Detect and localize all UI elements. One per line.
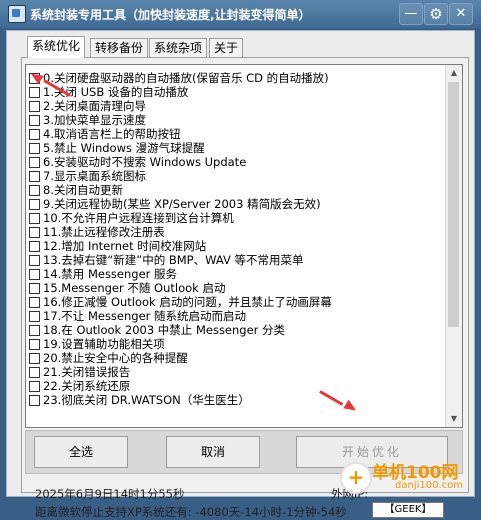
list-item[interactable]: 3.加快菜单显示速度 [29, 113, 444, 127]
option-checkbox[interactable] [29, 254, 40, 266]
option-checkbox[interactable] [29, 366, 40, 378]
list-item[interactable]: 13.去掉右键“新建”中的 BMP、WAV 等不常用菜单 [29, 253, 444, 267]
option-label: 2.关闭桌面清理向导 [43, 99, 146, 113]
window-title: 系统封装专用工具（加快封装速度,让封装变得简单） [30, 8, 311, 22]
list-item[interactable]: 21.关闭错误报告 [29, 365, 444, 379]
option-label: 20.禁止安全中心的各种提醒 [43, 351, 188, 365]
option-label: 17.不让 Messenger 随系统启动而启动 [43, 309, 247, 323]
option-checkbox[interactable] [29, 86, 40, 98]
option-label: 5.禁止 Windows 漫游气球提醒 [43, 141, 205, 155]
watermark-site-url: danji100.com [395, 480, 463, 491]
list-item[interactable]: 8.关闭自动更新 [29, 183, 444, 197]
minimize-button[interactable]: — [399, 3, 423, 25]
list-item[interactable]: 5.禁止 Windows 漫游气球提醒 [29, 141, 444, 155]
option-checkbox[interactable] [29, 394, 40, 406]
option-checkbox[interactable] [29, 310, 40, 322]
options-container: 0.关闭硬盘驱动器的自动播放(保留音乐 CD 的自动播放) 1.关闭 USB 设备… [29, 71, 444, 407]
list-item[interactable]: 18.在 Outlook 2003 中禁止 Messenger 分类 [29, 323, 444, 337]
list-item[interactable]: 19.设置辅助功能相关项 [29, 337, 444, 351]
option-checkbox[interactable] [29, 100, 40, 112]
list-item[interactable]: 9.关闭远程协助(某些 XP/Server 2003 精简版会无效) [29, 197, 444, 211]
option-label: 21.关闭错误报告 [43, 365, 131, 379]
option-checkbox[interactable] [29, 226, 40, 238]
list-item[interactable]: 20.禁止安全中心的各种提醒 [29, 351, 444, 365]
list-item[interactable]: 7.显示桌面系统图标 [29, 169, 444, 183]
scroll-up-arrow-icon[interactable]: ▲ [446, 65, 462, 81]
option-label: 22.关闭系统还原 [43, 379, 131, 393]
option-label: 0.关闭硬盘驱动器的自动播放(保留音乐 CD 的自动播放) [43, 71, 329, 85]
option-label: 3.加快菜单显示速度 [43, 113, 146, 127]
cancel-button[interactable]: 取消 [166, 436, 260, 468]
watermark-logo-icon: + [340, 462, 372, 494]
option-label: 7.显示桌面系统图标 [43, 169, 146, 183]
option-checkbox[interactable] [29, 114, 40, 126]
list-item[interactable]: 22.关闭系统还原 [29, 379, 444, 393]
option-label: 6.安装驱动时不搜索 Windows Update [43, 155, 247, 169]
option-checkbox[interactable] [29, 184, 40, 196]
option-label: 23.彻底关闭 DR.WATSON（华生医生） [43, 393, 250, 407]
option-checkbox[interactable] [29, 128, 40, 140]
option-checkbox[interactable] [29, 240, 40, 252]
option-checkbox[interactable] [29, 142, 40, 154]
settings-gear-icon[interactable]: ⚙ [424, 3, 448, 25]
option-checkbox[interactable] [29, 380, 40, 392]
list-item[interactable]: 2.关闭桌面清理向导 [29, 99, 444, 113]
list-item[interactable]: 17.不让 Messenger 随系统启动而启动 [29, 309, 444, 323]
list-item[interactable]: 15.Messenger 不随 Outlook 启动 [29, 281, 444, 295]
option-label: 8.关闭自动更新 [43, 183, 123, 197]
option-checkbox[interactable] [29, 198, 40, 210]
option-label: 12.增加 Internet 时间校准网站 [43, 239, 207, 253]
option-label: 16.修正减慢 Outlook 启动的问题，并且禁止了动画屏幕 [43, 295, 332, 309]
main-panel: 系统优化 转移备份 系统杂项 关于 0.关闭硬盘驱动器的自动播放(保留音乐 CD… [6, 30, 475, 519]
title-bar: 系统封装专用工具（加快封装速度,让封装变得简单） — ⚙ ✕ [0, 0, 481, 28]
scrollbar-thumb[interactable] [448, 82, 459, 327]
xp-support-countdown-text: 距离微软停止支持XP系统还有: -4080天-14小时-1分钟-54秒 [35, 505, 347, 519]
close-button[interactable]: ✕ [449, 3, 473, 25]
option-checkbox[interactable] [29, 212, 40, 224]
tab-system-optimize[interactable]: 系统优化 [27, 36, 86, 58]
option-label: 11.禁止远程修改注册表 [43, 225, 165, 239]
geek-label: 【GEEK】 [372, 502, 444, 518]
option-label: 19.设置辅助功能相关项 [43, 337, 165, 351]
option-label: 10.不允许用户远程连接到这台计算机 [43, 211, 234, 225]
list-scrollbar[interactable]: ▲ ▼ [445, 65, 462, 427]
tab-system-misc[interactable]: 系统杂项 [149, 38, 208, 57]
option-checkbox[interactable] [29, 338, 40, 350]
scroll-down-arrow-icon[interactable]: ▼ [446, 411, 462, 427]
tab-transfer-backup[interactable]: 转移备份 [90, 38, 149, 57]
option-label: 13.去掉右键“新建”中的 BMP、WAV 等不常用菜单 [43, 253, 304, 267]
option-checkbox[interactable] [29, 324, 40, 336]
option-label: 14.禁用 Messenger 服务 [43, 267, 178, 281]
tab-content-system-optimize: 0.关闭硬盘驱动器的自动播放(保留音乐 CD 的自动播放) 1.关闭 USB 设备… [21, 57, 469, 493]
option-checkbox[interactable] [29, 296, 40, 308]
option-label: 15.Messenger 不随 Outlook 启动 [43, 281, 226, 295]
list-item[interactable]: 12.增加 Internet 时间校准网站 [29, 239, 444, 253]
list-item[interactable]: 11.禁止远程修改注册表 [29, 225, 444, 239]
option-label: 9.关闭远程协助(某些 XP/Server 2003 精简版会无效) [43, 197, 321, 211]
list-item[interactable]: 16.修正减慢 Outlook 启动的问题，并且禁止了动画屏幕 [29, 295, 444, 309]
optimization-options-list[interactable]: 0.关闭硬盘驱动器的自动播放(保留音乐 CD 的自动播放) 1.关闭 USB 设备… [25, 64, 463, 428]
list-item[interactable]: 14.禁用 Messenger 服务 [29, 267, 444, 281]
option-label: 18.在 Outlook 2003 中禁止 Messenger 分类 [43, 323, 286, 337]
option-checkbox[interactable] [29, 282, 40, 294]
list-item[interactable]: 10.不允许用户远程连接到这台计算机 [29, 211, 444, 225]
select-all-button[interactable]: 全选 [34, 436, 128, 468]
list-item[interactable]: 1.关闭 USB 设备的自动播放 [29, 85, 444, 99]
option-checkbox[interactable] [29, 156, 40, 168]
option-label: 4.取消语言栏上的帮助按钮 [43, 127, 181, 141]
list-item[interactable]: 6.安装驱动时不搜索 Windows Update [29, 155, 444, 169]
list-item[interactable]: 23.彻底关闭 DR.WATSON（华生医生） [29, 393, 444, 407]
tab-about[interactable]: 关于 [209, 38, 244, 57]
option-checkbox[interactable] [29, 352, 40, 364]
list-item[interactable]: 4.取消语言栏上的帮助按钮 [29, 127, 444, 141]
option-checkbox[interactable] [29, 268, 40, 280]
app-icon [8, 5, 26, 23]
option-checkbox[interactable] [29, 170, 40, 182]
list-item[interactable]: 0.关闭硬盘驱动器的自动播放(保留音乐 CD 的自动播放) [29, 71, 444, 85]
